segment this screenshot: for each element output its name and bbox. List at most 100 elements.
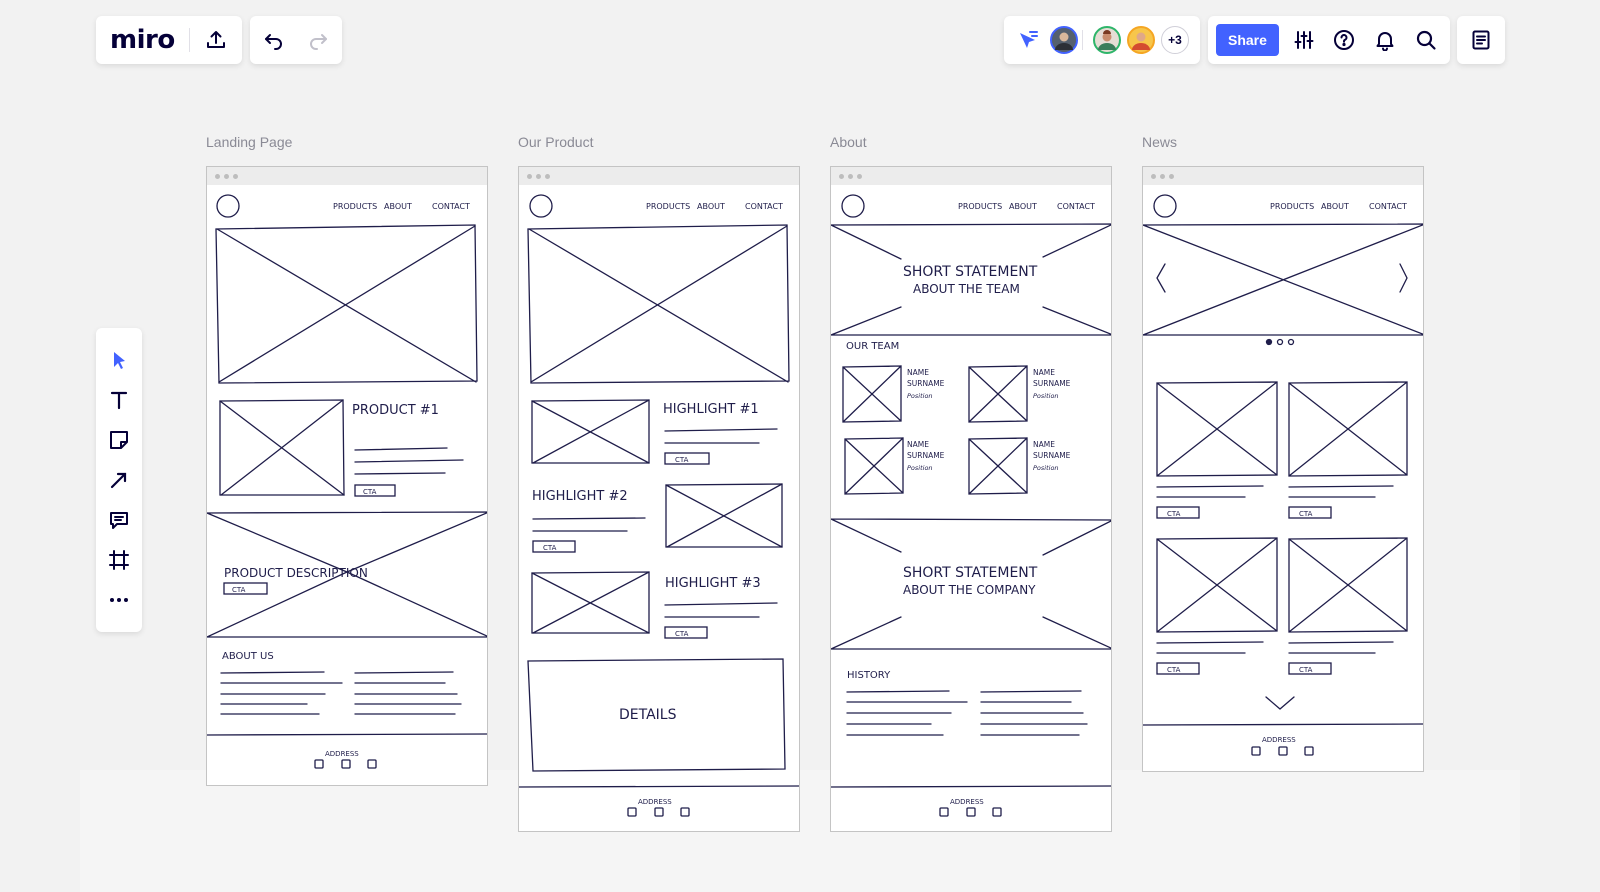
address-text: ADDRESS [325,750,359,758]
select-cursor-icon[interactable] [103,344,135,376]
carousel-dot-active [1265,338,1273,346]
notes-icon[interactable] [1465,24,1497,56]
landing-wireframe-sketch: PRODUCTS ABOUT CONTACT PRODUCT #1 CTA PR… [207,194,487,769]
company-statement-line1: SHORT STATEMENT [903,565,1038,581]
follow-cursor-icon[interactable] [1012,24,1044,56]
settings-sliders-icon[interactable] [1288,24,1320,56]
frame-news[interactable]: PRODUCTS ABOUT CONTACT CTA CTA CTA CTA A… [1142,166,1424,772]
svg-text:CTA: CTA [1299,510,1313,518]
carousel-placeholder [1143,223,1423,336]
svg-text:CTA: CTA [232,586,246,594]
search-icon[interactable] [1410,24,1442,56]
nav-about: ABOUT [697,202,725,211]
svg-text:SURNAME: SURNAME [907,451,945,460]
our-team-heading: OUR TEAM [846,341,899,352]
social-icon-linkedin [367,759,377,769]
nav-contact: CONTACT [745,202,783,211]
social-icon-facebook [1278,746,1288,756]
social-icon-instagram [1251,746,1261,756]
product-wireframe-sketch: PRODUCTS ABOUT CONTACT HIGHLIGHT #1 CTA … [519,194,799,817]
social-icon-facebook [966,807,976,817]
product-description: PRODUCT DESCRIPTION [224,566,368,580]
svg-text:CTA: CTA [543,544,557,552]
history-heading: HISTORY [847,670,891,681]
text-tool-icon[interactable] [103,384,135,416]
nav-contact: CONTACT [1369,202,1407,211]
svg-text:Position: Position [907,464,933,472]
upload-icon[interactable] [203,24,228,56]
carousel-dot [1287,338,1295,346]
left-toolbar [96,328,142,632]
notifications-bell-icon[interactable] [1369,24,1401,56]
svg-text:SURNAME: SURNAME [1033,451,1071,460]
carousel-dot [1276,338,1284,346]
svg-text:CTA: CTA [1167,510,1181,518]
address-text: ADDRESS [638,798,672,806]
logo-placeholder-icon [529,194,553,218]
chevron-down-icon [1265,696,1295,710]
news-image [1288,537,1408,633]
about-us-heading: ABOUT US [222,651,274,662]
share-button[interactable]: Share [1216,24,1279,56]
frame-landing-page[interactable]: PRODUCTS ABOUT CONTACT PRODUCT #1 CTA PR… [206,166,488,786]
frame-label-news[interactable]: News [1142,134,1177,150]
svg-text:Position: Position [1033,464,1059,472]
nav-products: PRODUCTS [958,202,1002,211]
frame-our-product[interactable]: PRODUCTS ABOUT CONTACT HIGHLIGHT #1 CTA … [518,166,800,832]
sticky-note-icon[interactable] [103,424,135,456]
more-collaborators-badge[interactable]: +3 [1161,26,1189,54]
carousel-prev-icon [1156,263,1166,293]
miro-logo: miro [110,25,175,55]
social-icon-instagram [627,807,637,817]
svg-text:NAME: NAME [907,440,929,449]
highlight-3-title: HIGHLIGHT #3 [665,576,761,591]
nav-about: ABOUT [1321,202,1349,211]
nav-products: PRODUCTS [1270,202,1314,211]
news-image [1156,381,1278,477]
more-tools-icon[interactable] [103,584,135,616]
team-statement-line1: SHORT STATEMENT [903,264,1038,280]
help-icon[interactable] [1328,24,1360,56]
product-title: PRODUCT #1 [352,403,439,418]
frame-tool-icon[interactable] [103,544,135,576]
carousel-next-icon [1399,263,1408,293]
highlight-2-title: HIGHLIGHT #2 [532,489,628,504]
company-statement-line2: ABOUT THE COMPANY [903,583,1036,597]
address-text: ADDRESS [950,798,984,806]
team-member-photo [844,437,904,495]
redo-icon[interactable] [302,24,334,56]
avatar[interactable] [1093,26,1121,54]
frame-about[interactable]: PRODUCTS ABOUT CONTACT SHORT STATEMENT A… [830,166,1112,832]
comment-icon[interactable] [103,504,135,536]
nav-about: ABOUT [384,202,412,211]
line-arrow-icon[interactable] [103,464,135,496]
logo-placeholder-icon [216,194,240,218]
undo-icon[interactable] [258,24,290,56]
separator [188,28,190,52]
svg-text:SURNAME: SURNAME [1033,379,1071,388]
social-icon-linkedin [1304,746,1314,756]
separator [1082,30,1083,50]
svg-text:NAME: NAME [1033,440,1055,449]
details-text: DETAILS [619,707,677,723]
avatar[interactable] [1050,26,1078,54]
nav-products: PRODUCTS [333,202,377,211]
team-member-photo [968,437,1028,495]
team-member-photo [968,365,1028,423]
team-statement-line2: ABOUT THE TEAM [913,282,1020,296]
avatar[interactable] [1127,26,1155,54]
frame-label-product[interactable]: Our Product [518,134,593,150]
top-tools-panel: Share [1208,16,1450,64]
frame-label-landing[interactable]: Landing Page [206,134,292,150]
frame-label-about[interactable]: About [830,134,867,150]
svg-text:Position: Position [1033,392,1059,400]
svg-text:NAME: NAME [907,368,929,377]
svg-text:Position: Position [907,392,933,400]
highlight-1-title: HIGHLIGHT #1 [663,402,759,417]
social-icon-linkedin [680,807,690,817]
undo-redo-panel [250,16,342,64]
news-wireframe-sketch: PRODUCTS ABOUT CONTACT CTA CTA CTA CTA A… [1143,194,1423,756]
about-wireframe-sketch: PRODUCTS ABOUT CONTACT SHORT STATEMENT A… [831,194,1111,817]
social-icon-facebook [341,759,351,769]
logo-placeholder-icon [1153,194,1177,218]
